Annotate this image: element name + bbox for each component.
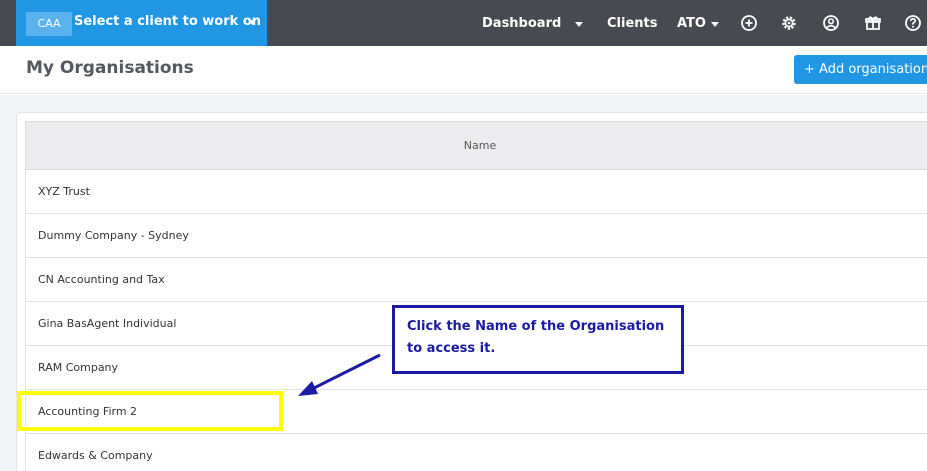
gift-icon[interactable] <box>864 14 882 32</box>
client-selector-label: Select a client to work on <box>74 14 262 29</box>
client-badge: CAA <box>26 12 72 36</box>
chevron-down-icon <box>248 20 256 25</box>
client-selector[interactable]: CAA Select a client to work on <box>16 0 267 46</box>
table-row[interactable]: CN Accounting and Tax <box>25 258 927 302</box>
callout-line-2: to access it. <box>407 341 496 356</box>
table-row[interactable]: XYZ Trust <box>25 170 927 214</box>
highlight-box <box>17 391 283 431</box>
annotation-callout: Click the Name of the Organisation to ac… <box>392 305 684 374</box>
page-title: My Organisations <box>26 58 194 78</box>
help-icon[interactable] <box>904 14 922 32</box>
ato-chevron-down-icon[interactable] <box>711 22 719 27</box>
dashboard-dropdown-chevron-down-icon[interactable] <box>575 22 583 27</box>
column-header-name[interactable]: Name <box>25 121 927 170</box>
page-header: My Organisations <box>0 46 927 94</box>
nav-clients[interactable]: Clients <box>607 16 657 31</box>
table-row[interactable]: Dummy Company - Sydney <box>25 214 927 258</box>
callout-line-1: Click the Name of the Organisation <box>407 319 665 334</box>
gear-icon[interactable] <box>780 14 798 32</box>
nav-dashboard[interactable]: Dashboard <box>482 16 561 31</box>
user-circle-icon[interactable] <box>822 14 840 32</box>
pointer-arrow-icon <box>298 353 381 396</box>
top-navigation-bar: CAA Select a client to work on Dashboard… <box>0 0 927 46</box>
nav-ato[interactable]: ATO <box>677 16 706 31</box>
add-organisation-button[interactable]: + Add organisation <box>794 55 927 84</box>
table-row[interactable]: Edwards & Company <box>25 434 927 471</box>
plus-circle-icon[interactable] <box>740 14 758 32</box>
